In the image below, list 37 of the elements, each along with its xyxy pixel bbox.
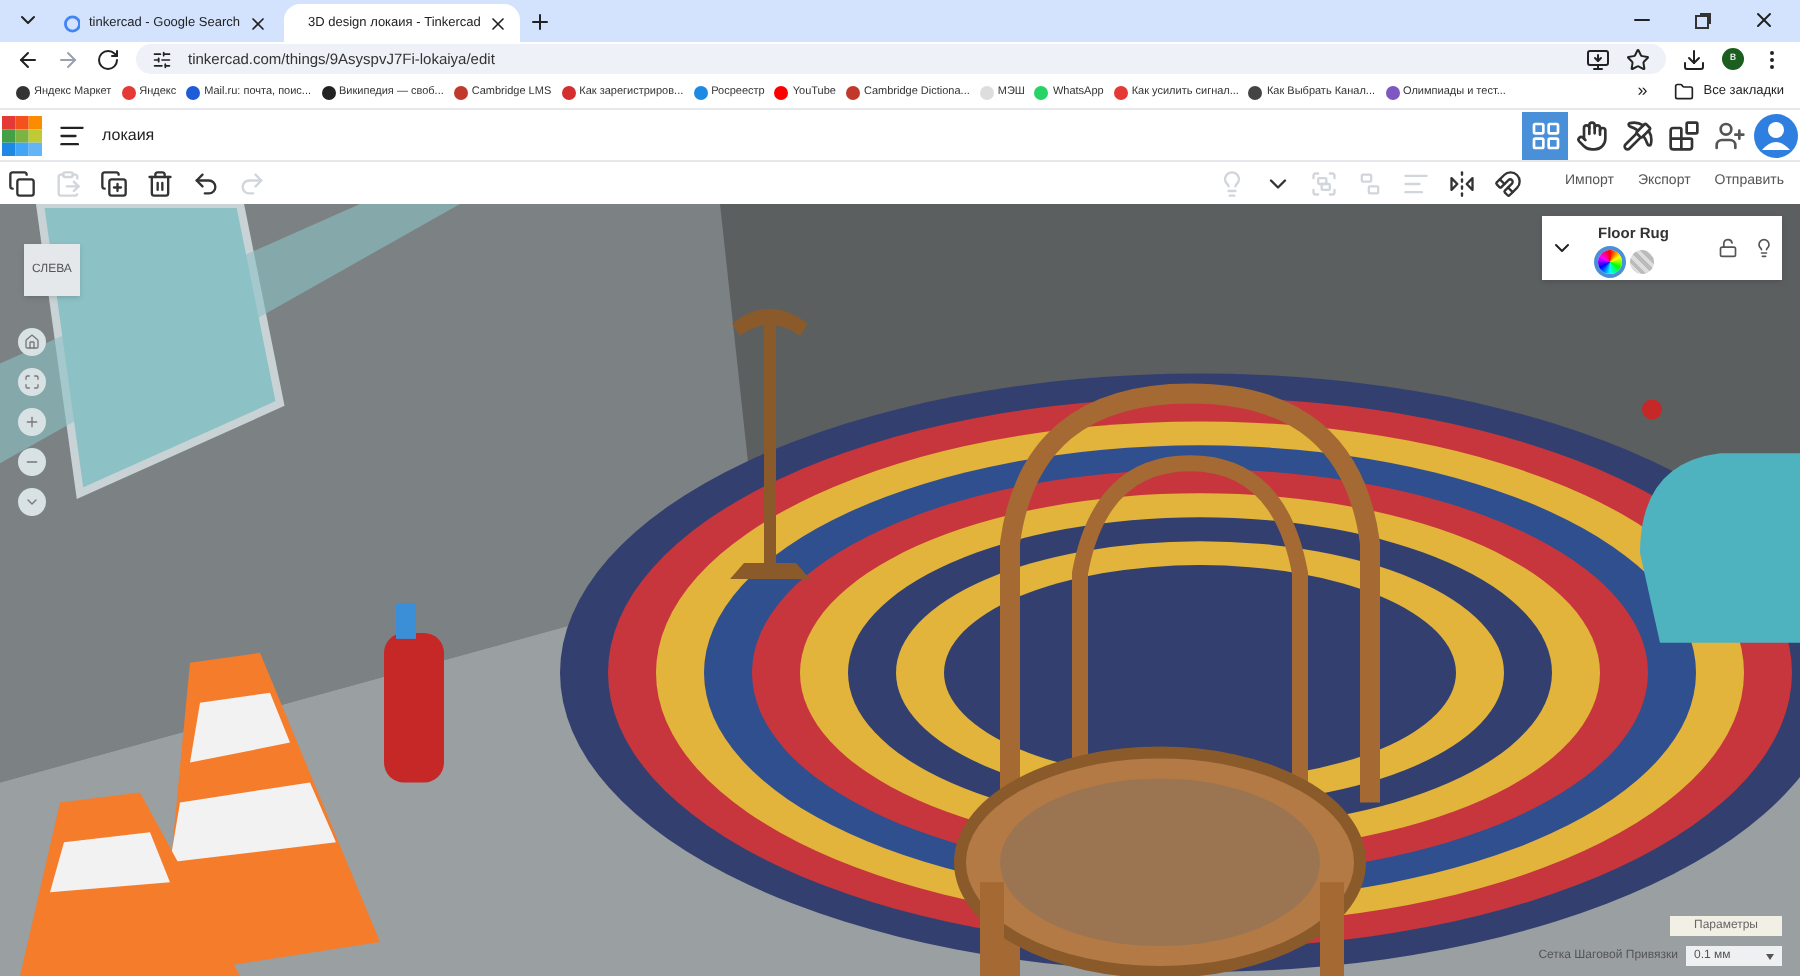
close-icon[interactable] (248, 13, 268, 33)
more-bookmarks[interactable]: » (1637, 78, 1648, 106)
star-icon[interactable] (1626, 47, 1650, 71)
light-icon[interactable] (1754, 238, 1774, 258)
new-tab-icon[interactable] (528, 10, 552, 34)
mirror-icon[interactable] (1448, 169, 1477, 197)
folder-icon (1673, 82, 1694, 102)
google-icon (64, 11, 81, 35)
solid-color-swatch[interactable] (1598, 249, 1622, 274)
copy-icon[interactable] (8, 169, 36, 197)
grid-icon (1529, 119, 1561, 151)
duplicate-icon[interactable] (100, 169, 128, 197)
unlock-icon[interactable] (1718, 238, 1738, 258)
plus-icon (24, 414, 40, 430)
hole-swatch[interactable] (1630, 249, 1654, 274)
pickaxe-icon (1621, 119, 1653, 151)
reload-icon[interactable] (96, 47, 120, 71)
user-avatar[interactable] (1754, 113, 1798, 157)
chevron-icon (24, 494, 40, 510)
undo-icon[interactable] (192, 169, 220, 197)
fit-icon (24, 374, 40, 390)
project-name[interactable]: локаия (102, 123, 155, 147)
download-icon[interactable] (1682, 47, 1706, 71)
home-icon (24, 334, 40, 350)
delete-icon[interactable] (146, 169, 174, 197)
close-icon[interactable] (488, 13, 509, 33)
close-icon[interactable] (1752, 8, 1776, 32)
magnet-icon[interactable] (1494, 169, 1523, 197)
list-icon[interactable] (58, 121, 86, 149)
restore-icon[interactable] (1694, 12, 1712, 30)
install-icon[interactable] (1586, 47, 1610, 71)
bricks-icon (1667, 119, 1699, 151)
forward-icon[interactable] (56, 47, 80, 71)
add-user-icon[interactable] (1714, 119, 1746, 151)
back-icon[interactable] (16, 47, 40, 71)
hand-icon (1575, 119, 1607, 151)
site-info-icon[interactable] (152, 49, 172, 69)
